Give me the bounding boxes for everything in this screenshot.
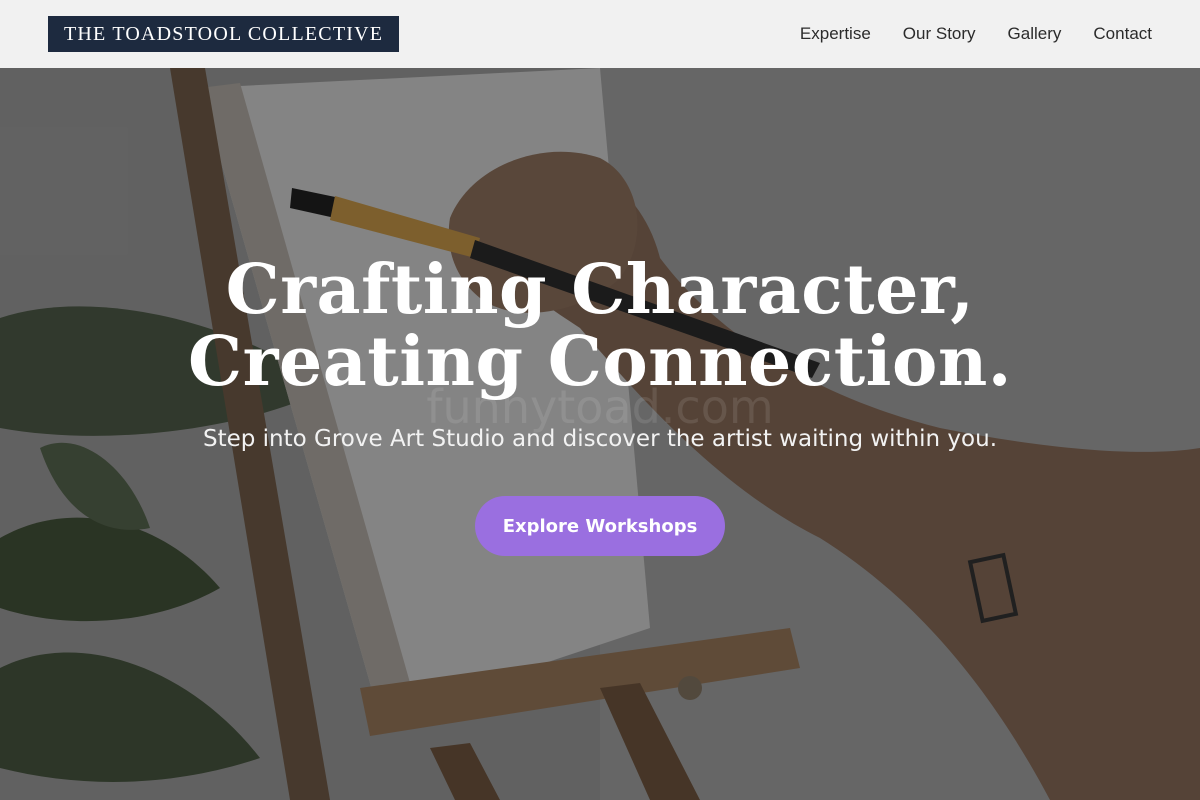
nav-link-contact[interactable]: Contact <box>1093 24 1152 44</box>
headline-line-2: Creating Connection. <box>188 322 1012 402</box>
explore-workshops-button[interactable]: Explore Workshops <box>475 496 725 556</box>
hero-section: funnytoad.com Crafting Character, Creati… <box>0 68 1200 800</box>
main-nav: Expertise Our Story Gallery Contact <box>800 24 1152 44</box>
headline-line-1: Crafting Character, <box>225 250 975 330</box>
hero-content: Crafting Character, Creating Connection.… <box>0 68 1200 800</box>
hero-subheadline: Step into Grove Art Studio and discover … <box>202 426 998 452</box>
brand-logo[interactable]: THE TOADSTOOL COLLECTIVE <box>48 16 400 52</box>
nav-link-our-story[interactable]: Our Story <box>903 24 976 44</box>
hero-headline: Crafting Character, Creating Connection. <box>188 254 1012 398</box>
site-header: THE TOADSTOOL COLLECTIVE Expertise Our S… <box>0 0 1200 68</box>
nav-link-expertise[interactable]: Expertise <box>800 24 871 44</box>
nav-link-gallery[interactable]: Gallery <box>1008 24 1062 44</box>
